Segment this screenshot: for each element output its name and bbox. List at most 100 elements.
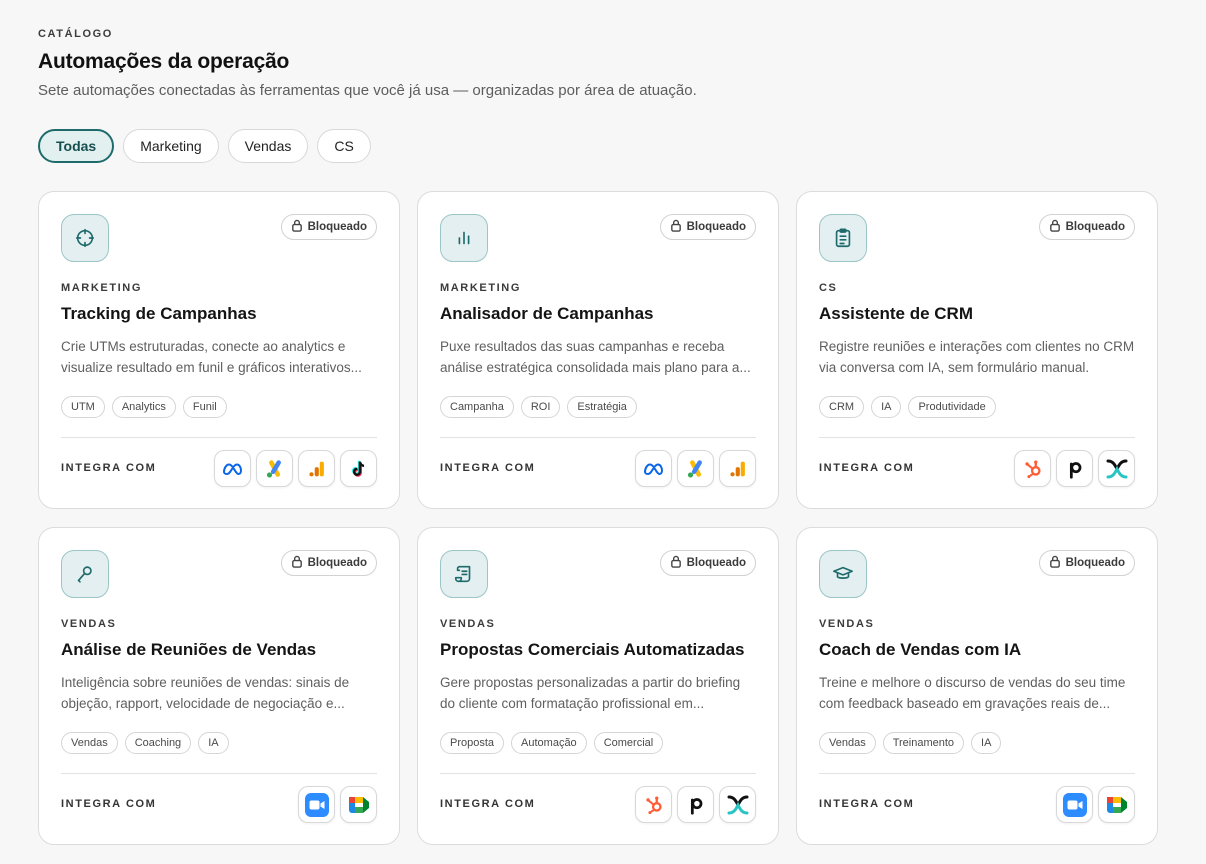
tag: IA <box>871 396 902 418</box>
tag: IA <box>971 732 1002 754</box>
integration-logos <box>298 786 377 823</box>
card-description: Inteligência sobre reuniões de vendas: s… <box>61 675 350 711</box>
tag: UTM <box>61 396 105 418</box>
card-tags: UTM Analytics Funil <box>61 396 377 418</box>
card-title: Assistente de CRM <box>819 304 973 323</box>
tag: Estratégia <box>567 396 637 418</box>
filter-chip-marketing[interactable]: Marketing <box>123 129 219 163</box>
pipedrive-icon <box>677 786 714 823</box>
locked-badge-label: Bloqueado <box>307 557 367 569</box>
card-title: Propostas Comerciais Automatizadas <box>440 640 745 659</box>
tag: Automação <box>511 732 587 754</box>
card-tags: Vendas Treinamento IA <box>819 732 1135 754</box>
card-tags: Vendas Coaching IA <box>61 732 377 754</box>
locked-badge-label: Bloqueado <box>1065 221 1125 233</box>
page-header: CATÁLOGO Automações da operação Sete aut… <box>38 28 697 99</box>
locked-badge: Bloqueado <box>1038 550 1135 576</box>
google-meet-icon <box>340 786 377 823</box>
filter-chip-todas[interactable]: Todas <box>38 129 115 163</box>
tag: IA <box>198 732 229 754</box>
integrations-label: INTEGRA COM <box>440 798 536 810</box>
card-description: Registre reuniões e interações com clien… <box>819 339 1135 375</box>
tag: ROI <box>520 396 561 418</box>
automation-grid: Bloqueado MARKETING Tracking de Campanhas C… <box>38 191 1158 845</box>
card-description: Treine e melhore o discurso de vendas do… <box>819 675 1126 711</box>
microphone-icon <box>61 550 109 598</box>
locked-badge: Bloqueado <box>280 214 377 240</box>
automation-card[interactable]: Bloqueado MARKETING Analisador de Campanha… <box>417 191 779 509</box>
locked-badge: Bloqueado <box>1038 214 1135 240</box>
scroll-icon <box>440 550 488 598</box>
tiktok-icon <box>340 450 377 487</box>
filter-chip-cs[interactable]: CS <box>317 129 371 163</box>
hubspot-icon <box>1014 450 1051 487</box>
crosshair-icon <box>61 214 109 262</box>
filter-chips: Todas Marketing Vendas CS <box>38 129 371 163</box>
card-divider <box>440 773 756 774</box>
card-description: Gere propostas personalizadas a partir d… <box>440 675 741 711</box>
google-analytics-icon <box>298 450 335 487</box>
clipboard-icon <box>819 214 867 262</box>
integrations-label: INTEGRA COM <box>819 798 915 810</box>
card-description: Puxe resultados das suas campanhas e rec… <box>440 339 751 375</box>
google-ads-icon <box>677 450 714 487</box>
integration-logos <box>1056 786 1135 823</box>
meta-icon <box>635 450 672 487</box>
lock-icon <box>291 219 303 235</box>
locked-badge-label: Bloqueado <box>686 557 746 569</box>
google-ads-icon <box>256 450 293 487</box>
card-title: Analisador de Campanhas <box>440 304 654 323</box>
hubspot-icon <box>635 786 672 823</box>
integration-logos <box>1014 450 1135 487</box>
lock-icon <box>670 219 682 235</box>
crm-x-icon <box>719 786 756 823</box>
locked-badge-label: Bloqueado <box>307 221 367 233</box>
zoom-icon <box>1056 786 1093 823</box>
automation-card[interactable]: Bloqueado VENDAS Análise de Reuniões de Ve… <box>38 527 400 845</box>
bar-chart-icon <box>440 214 488 262</box>
page-title: Automações da operação <box>38 50 290 73</box>
graduation-cap-icon <box>819 550 867 598</box>
tag: Proposta <box>440 732 505 754</box>
card-category: MARKETING <box>61 282 143 294</box>
locked-badge: Bloqueado <box>280 550 377 576</box>
card-category: VENDAS <box>440 618 496 630</box>
lock-icon <box>1049 219 1061 235</box>
automation-card[interactable]: Bloqueado CS Assistente de CRM Registre reu… <box>796 191 1158 509</box>
automation-card[interactable]: Bloqueado VENDAS Coach de Vendas com IA Tre… <box>796 527 1158 845</box>
card-description: Crie UTMs estruturadas, conecte ao analy… <box>61 339 362 375</box>
pipedrive-icon <box>1056 450 1093 487</box>
automation-card[interactable]: Bloqueado MARKETING Tracking de Campanhas C… <box>38 191 400 509</box>
tag: Treinamento <box>882 732 965 754</box>
meta-icon <box>214 450 251 487</box>
card-divider <box>440 437 756 438</box>
page-subtitle: Sete automações conectadas às ferramenta… <box>38 82 697 99</box>
tag: Funil <box>182 396 227 418</box>
card-category: VENDAS <box>61 618 117 630</box>
card-category: CS <box>819 282 838 294</box>
card-tags: CRM IA Produtividade <box>819 396 1135 418</box>
card-divider <box>819 437 1135 438</box>
automation-card[interactable]: Bloqueado VENDAS Propostas Comerciais Auto… <box>417 527 779 845</box>
tag: Campanha <box>440 396 514 418</box>
filter-chip-vendas[interactable]: Vendas <box>227 129 309 163</box>
locked-badge-label: Bloqueado <box>1065 557 1125 569</box>
tag: Vendas <box>61 732 118 754</box>
lock-icon <box>291 555 303 571</box>
integrations-label: INTEGRA COM <box>61 798 157 810</box>
locked-badge: Bloqueado <box>659 214 756 240</box>
lock-icon <box>670 555 682 571</box>
card-category: VENDAS <box>819 618 875 630</box>
card-tags: Campanha ROI Estratégia <box>440 396 756 418</box>
card-title: Análise de Reuniões de Vendas <box>61 640 317 659</box>
card-divider <box>819 773 1135 774</box>
card-title: Coach de Vendas com IA <box>819 640 1022 659</box>
integration-logos <box>635 786 756 823</box>
crm-x-icon <box>1098 450 1135 487</box>
card-title: Tracking de Campanhas <box>61 304 257 323</box>
integrations-label: INTEGRA COM <box>61 462 157 474</box>
card-category: MARKETING <box>440 282 522 294</box>
google-analytics-icon <box>719 450 756 487</box>
zoom-icon <box>298 786 335 823</box>
tag: Analytics <box>111 396 176 418</box>
